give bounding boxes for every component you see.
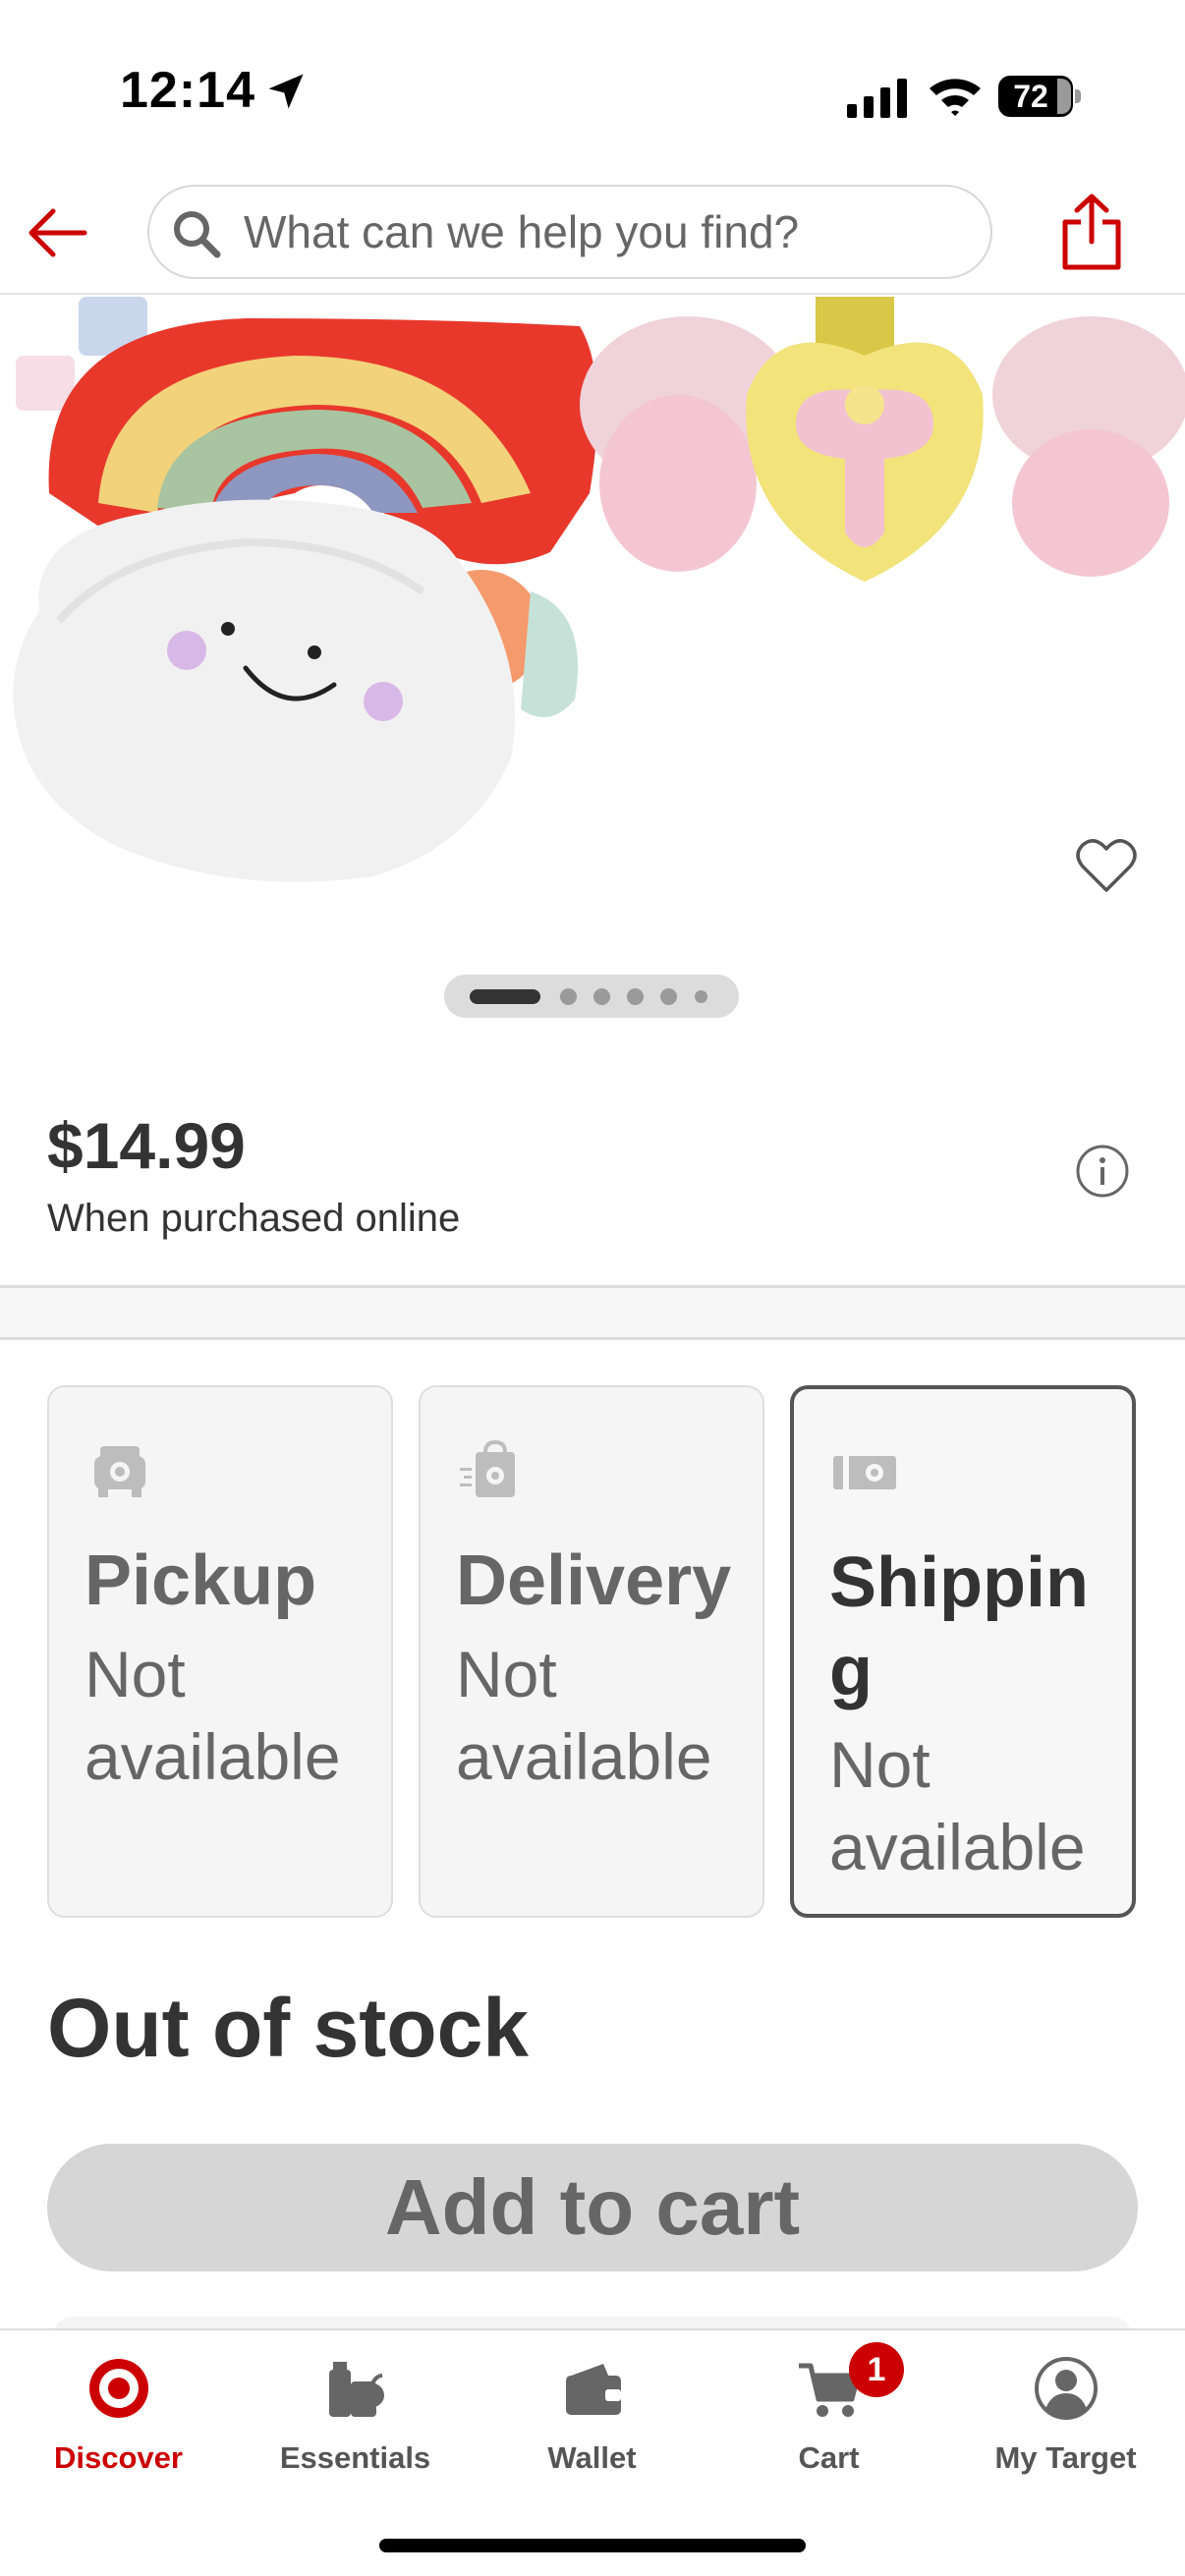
nav-item-my-target[interactable]: My Target	[947, 2330, 1184, 2527]
section-divider	[0, 1285, 1185, 1340]
info-icon[interactable]	[1075, 1144, 1130, 1199]
bullseye-icon	[89, 2359, 148, 2418]
nav-item-discover[interactable]: Discover	[0, 2330, 237, 2527]
product-price: $14.99	[47, 1109, 246, 1182]
nav-label: Essentials	[279, 2440, 431, 2475]
home-indicator	[379, 2539, 806, 2552]
pager-dot	[560, 988, 577, 1005]
nav-item-cart[interactable]: Cart	[710, 2330, 947, 2527]
account-icon	[1035, 2357, 1098, 2420]
stock-status-heading: Out of stock	[47, 1982, 530, 2074]
search-bar[interactable]	[147, 185, 992, 279]
price-note: When purchased online	[47, 1197, 461, 1240]
wifi-icon	[930, 79, 981, 116]
card-title: Delivery	[456, 1541, 732, 1620]
shipping-truck-icon	[833, 1456, 896, 1489]
share-icon[interactable]	[1061, 193, 1122, 271]
add-to-cart-button[interactable]: Add to cart	[47, 2144, 1138, 2271]
delivery-bag-icon	[460, 1439, 515, 1497]
pager-dot	[593, 988, 610, 1005]
nav-label: Wallet	[547, 2440, 637, 2475]
pager-dot	[660, 988, 677, 1005]
card-status: Not available	[456, 1638, 712, 1793]
fulfillment-card-delivery[interactable]: Delivery Not available	[419, 1385, 764, 1918]
product-image	[13, 297, 1185, 882]
favorite-heart-icon[interactable]	[1075, 837, 1138, 896]
battery-level: 72	[1013, 79, 1048, 114]
location-arrow-icon	[268, 74, 304, 109]
card-status: Not available	[85, 1638, 341, 1793]
nav-label: My Target	[994, 2440, 1137, 2475]
card-title: Shipping	[829, 1543, 1089, 1710]
search-input[interactable]	[244, 187, 971, 277]
pager-dot-active	[470, 989, 540, 1004]
wallet-icon	[566, 2364, 621, 2415]
battery-indicator: 72	[998, 76, 1081, 117]
fulfillment-card-shipping[interactable]: Shipping Not available	[790, 1385, 1136, 1918]
fulfillment-card-pickup[interactable]: Pickup Not available	[47, 1385, 393, 1918]
nav-item-essentials[interactable]: Essentials	[237, 2330, 474, 2527]
nav-item-wallet[interactable]: Wallet	[474, 2330, 710, 2527]
status-bar: 12:14 72	[0, 0, 1185, 177]
product-image-gallery[interactable]	[0, 297, 1185, 1043]
cellular-signal-icon	[847, 79, 907, 118]
search-header	[0, 177, 1185, 295]
cart-count-badge: 1	[849, 2342, 904, 2397]
pager-dot	[627, 988, 644, 1005]
status-time: 12:14	[120, 62, 255, 119]
back-arrow-icon[interactable]	[24, 198, 92, 267]
image-pager[interactable]	[444, 975, 739, 1018]
search-icon	[174, 211, 221, 258]
pager-dot	[695, 990, 707, 1003]
nav-label: Discover	[54, 2440, 183, 2475]
pickup-car-icon	[94, 1446, 145, 1497]
essentials-icon	[329, 2362, 384, 2417]
card-title: Pickup	[85, 1541, 317, 1620]
card-status: Not available	[829, 1728, 1086, 1883]
nav-label: Cart	[798, 2440, 860, 2475]
